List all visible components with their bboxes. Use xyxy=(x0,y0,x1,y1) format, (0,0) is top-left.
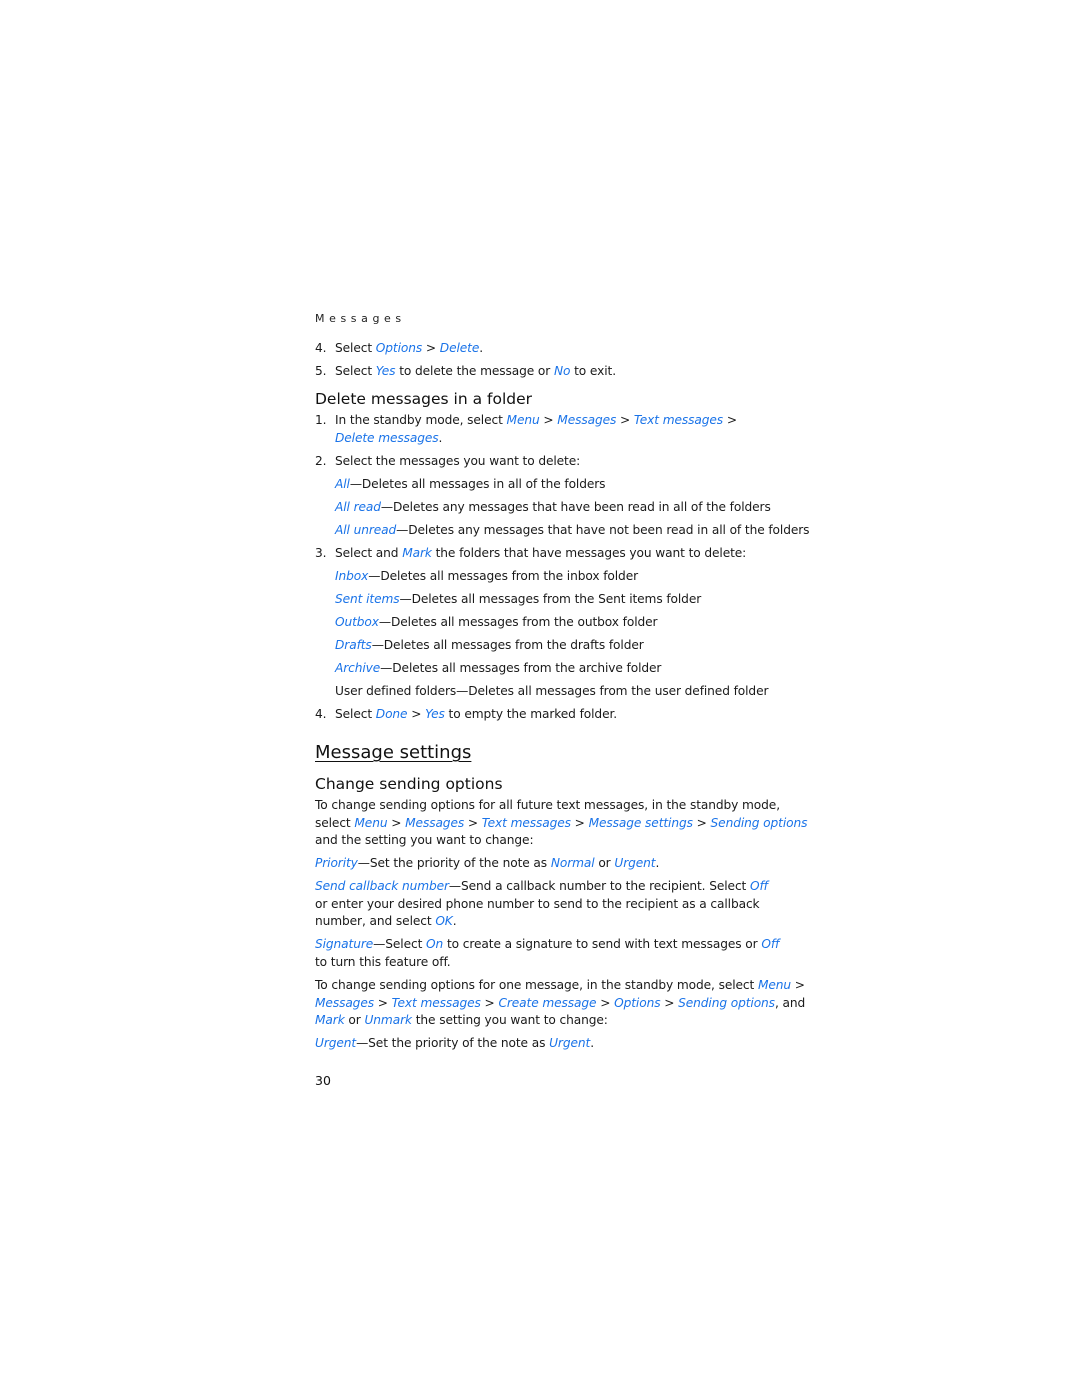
sending-intro-line-2: select Menu > Messages > Text messages >… xyxy=(315,816,808,830)
section-heading-message-settings: Message settings xyxy=(315,742,472,763)
menu-link-mark: Mark xyxy=(315,1013,345,1027)
folder-option-outbox: Outbox—Deletes all messages from the out… xyxy=(335,615,658,629)
page-number: 30 xyxy=(315,1073,331,1088)
step-4-delete: 4. Select Options > Delete. xyxy=(315,341,484,355)
option-term: All xyxy=(335,477,350,491)
menu-link-text-messages: Text messages xyxy=(633,413,724,427)
option-term: All read xyxy=(335,500,381,514)
folder-step-1-cont: Delete messages. xyxy=(335,431,443,445)
section-heading-delete-folder: Delete messages in a folder xyxy=(315,390,532,408)
option-term: Sent items xyxy=(335,592,400,606)
setting-priority: Priority—Set the priority of the note as… xyxy=(315,856,660,870)
setting-urgent: Urgent—Set the priority of the note as U… xyxy=(315,1036,594,1050)
folder-step-1: 1. In the standby mode, select Menu > Me… xyxy=(315,413,737,427)
value-on: On xyxy=(426,937,444,951)
menu-link-messages: Messages xyxy=(405,816,465,830)
menu-link-done: Done xyxy=(375,707,408,721)
menu-link-options: Options xyxy=(375,341,423,355)
setting-callback-line-2: or enter your desired phone number to se… xyxy=(315,897,760,911)
menu-link-sending-options: Sending options xyxy=(710,816,808,830)
folder-option-drafts: Drafts—Deletes all messages from the dra… xyxy=(335,638,644,652)
option-all-read: All read—Deletes any messages that have … xyxy=(335,500,771,514)
running-head: Messages xyxy=(315,312,406,325)
menu-link-menu: Menu xyxy=(506,413,540,427)
option-term: Drafts xyxy=(335,638,372,652)
menu-link-messages: Messages xyxy=(557,413,617,427)
setting-callback-line-1: Send callback number—Send a callback num… xyxy=(315,879,768,893)
folder-step-4: 4. Select Done > Yes to empty the marked… xyxy=(315,707,618,721)
setting-signature-line-2: to turn this feature off. xyxy=(315,955,451,969)
sending-intro-line-1: To change sending options for all future… xyxy=(315,798,780,812)
one-message-line-1: To change sending options for one messag… xyxy=(315,978,805,992)
value-urgent: Urgent xyxy=(614,856,656,870)
menu-link-message-settings: Message settings xyxy=(588,816,693,830)
menu-link-menu: Menu xyxy=(757,978,792,992)
value-normal: Normal xyxy=(550,856,595,870)
menu-link-messages: Messages xyxy=(315,996,374,1010)
step-number: 5. xyxy=(315,364,327,378)
folder-option-user-defined: User defined folders—Deletes all message… xyxy=(335,684,769,698)
folder-option-inbox: Inbox—Deletes all messages from the inbo… xyxy=(335,569,639,583)
option-term: Archive xyxy=(335,661,381,675)
step-5-confirm: 5. Select Yes to delete the message or N… xyxy=(315,364,616,378)
option-all-unread: All unread—Deletes any messages that hav… xyxy=(335,523,810,537)
menu-link-menu: Menu xyxy=(354,816,388,830)
option-term: All unread xyxy=(335,523,397,537)
folder-step-2: 2. Select the messages you want to delet… xyxy=(315,454,581,468)
option-term: Outbox xyxy=(335,615,379,629)
menu-link-no: No xyxy=(553,364,571,378)
sending-intro-line-3: and the setting you want to change: xyxy=(315,833,534,847)
folder-option-sent-items: Sent items—Deletes all messages from the… xyxy=(335,592,702,606)
option-term: Priority xyxy=(315,856,358,870)
menu-link-yes: Yes xyxy=(425,707,445,721)
menu-link-create-message: Create message xyxy=(498,996,597,1010)
folder-step-3: 3. Select and Mark the folders that have… xyxy=(315,546,747,560)
folder-option-archive: Archive—Deletes all messages from the ar… xyxy=(335,661,662,675)
value-off: Off xyxy=(750,879,768,893)
value-urgent: Urgent xyxy=(549,1036,591,1050)
value-ok: OK xyxy=(435,914,453,928)
option-term: Inbox xyxy=(335,569,369,583)
menu-link-unmark: Unmark xyxy=(364,1013,412,1027)
setting-signature-line-1: Signature—Select On to create a signatur… xyxy=(315,937,780,951)
option-term: Urgent xyxy=(315,1036,357,1050)
option-all: All—Deletes all messages in all of the f… xyxy=(335,477,606,491)
subheading-change-sending-options: Change sending options xyxy=(315,775,503,793)
menu-link-sending-options: Sending options xyxy=(678,996,775,1010)
one-message-line-2: Messages > Text messages > Create messag… xyxy=(315,996,806,1010)
menu-link-delete-messages: Delete messages xyxy=(335,431,439,445)
menu-link-text-messages: Text messages xyxy=(391,996,481,1010)
step-number: 4. xyxy=(315,341,327,355)
value-off: Off xyxy=(761,937,780,951)
one-message-line-3: Mark or Unmark the setting you want to c… xyxy=(315,1013,608,1027)
menu-link-yes: Yes xyxy=(375,364,396,378)
option-term: Send callback number xyxy=(315,879,449,893)
option-term: Signature xyxy=(315,937,374,951)
menu-link-delete: Delete xyxy=(439,341,480,355)
menu-link-text-messages: Text messages xyxy=(481,816,571,830)
menu-link-mark: Mark xyxy=(402,546,432,560)
setting-callback-line-3: number, and select OK. xyxy=(315,914,457,928)
menu-link-options: Options xyxy=(614,996,661,1010)
